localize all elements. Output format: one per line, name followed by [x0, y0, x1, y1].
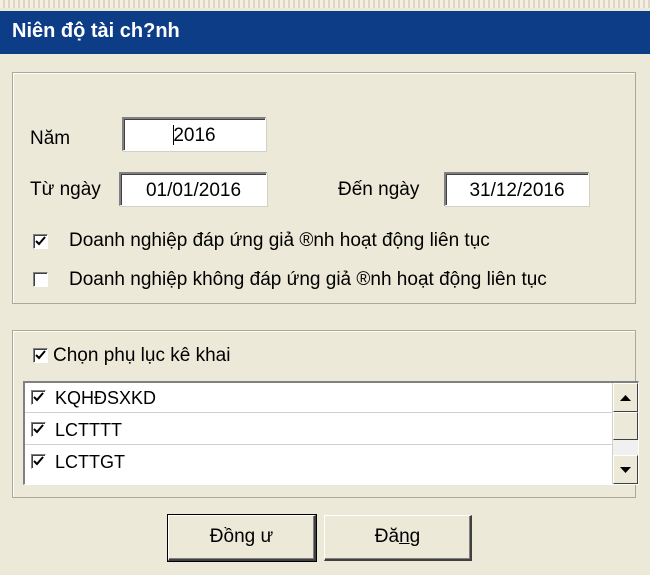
going-concern-checkbox[interactable]: [33, 234, 48, 249]
to-date-input[interactable]: 31/12/2016: [444, 172, 589, 206]
title-bar: Niên độ tài ch?nh: [0, 11, 650, 54]
checkmark-icon: [35, 236, 46, 246]
appendix-list[interactable]: KQHĐSXKD LCTTTT LCTTGT: [23, 381, 639, 485]
year-value: 2016: [173, 125, 216, 146]
not-going-concern-label: Doanh nghiệp không đáp ứng giả ®nh hoạt …: [69, 269, 547, 290]
checkmark-icon: [33, 392, 44, 402]
list-item[interactable]: KQHĐSXKD: [25, 383, 613, 413]
year-label: Năm: [30, 128, 71, 149]
item-label: LCTTTT: [55, 420, 122, 440]
window-title: Niên độ tài ch?nh: [12, 20, 180, 42]
checkmark-icon: [33, 424, 44, 434]
from-date-label: Từ ngày: [30, 179, 101, 200]
list-item[interactable]: LCTTTT: [25, 415, 613, 445]
from-date-input[interactable]: 01/01/2016: [119, 172, 267, 206]
cancel-label-prefix: Đă: [374, 526, 400, 547]
ok-button[interactable]: Đồng ư: [167, 514, 317, 562]
year-input[interactable]: 2016: [122, 117, 266, 151]
to-date-value: 31/12/2016: [469, 180, 565, 201]
cancel-label-suffix: g: [409, 526, 421, 547]
cancel-button[interactable]: Đăng: [324, 515, 472, 561]
top-border: [0, 0, 650, 8]
to-date-label: Đến ngày: [338, 179, 420, 200]
list-item[interactable]: LCTTGT: [25, 447, 613, 476]
checkmark-icon: [33, 456, 44, 466]
item-checkbox[interactable]: [31, 422, 46, 437]
cancel-label-mnemonic: n: [399, 526, 410, 547]
arrow-down-icon: [620, 467, 631, 473]
select-appendix-label: Chọn phụ lục kê khai: [53, 345, 231, 366]
from-date-value: 01/01/2016: [145, 180, 242, 201]
arrow-up-icon: [620, 395, 631, 401]
checkmark-icon: [35, 350, 46, 360]
item-label: KQHĐSXKD: [55, 388, 157, 408]
scroll-thumb[interactable]: [613, 412, 638, 440]
item-label: LCTTGT: [55, 452, 125, 472]
scroll-down-button[interactable]: [613, 455, 638, 484]
item-checkbox[interactable]: [31, 454, 46, 469]
vertical-scrollbar[interactable]: [612, 383, 638, 484]
item-checkbox[interactable]: [31, 390, 46, 405]
ok-button-label: Đồng ư: [209, 526, 274, 547]
going-concern-label: Doanh nghiệp đáp ứng giả ®nh hoạt động l…: [69, 230, 490, 251]
select-appendix-checkbox[interactable]: [33, 348, 48, 363]
not-going-concern-checkbox[interactable]: [33, 272, 48, 287]
scroll-up-button[interactable]: [613, 383, 638, 412]
